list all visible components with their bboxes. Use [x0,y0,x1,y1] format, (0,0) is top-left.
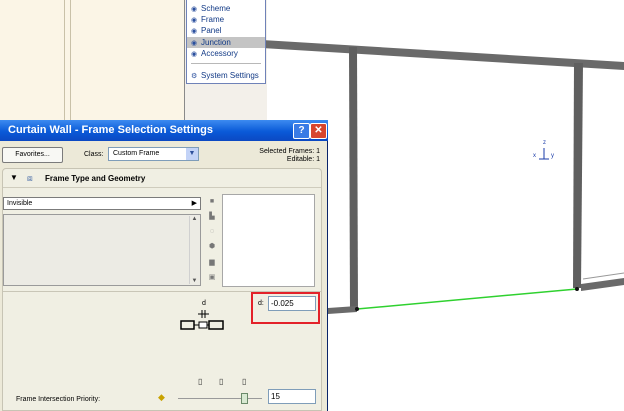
offset-diagram-icon [180,310,224,330]
dialog-title-bar[interactable]: Curtain Wall - Frame Selection Settings … [0,120,328,141]
collapse-triangle-icon[interactable]: ▼ [10,173,18,182]
highlight-box [251,292,320,324]
warning-icon: ◆ [158,392,165,402]
axis-label-x: x [533,153,536,159]
favorites-button[interactable]: Favorites... [2,147,63,163]
frame-type-list[interactable]: ▲ ▼ [3,214,201,286]
chevron-right-icon: ▶ [191,200,197,207]
palette-divider [191,63,261,64]
view-square-icon[interactable]: ■ [208,198,216,206]
curtain-wall-palette: ◉ Scheme ◉ Frame ◉ Panel ◉ Junction ◉ Accesso… [186,0,266,84]
scroll-down-icon[interactable]: ▼ [190,278,199,284]
priority-high-icon: ▯ [242,377,247,386]
settings-icon: ⚙ [191,73,198,80]
editable-count: Editable: 1 [286,156,320,163]
view-rotate-icon[interactable]: ◌ [208,228,216,236]
palette-item-accessory[interactable]: ◉ Accessory [191,48,238,59]
bottom-frame-right[interactable] [581,278,624,291]
priority-input[interactable]: 15 [268,389,316,404]
view-plan-icon[interactable]: ▙ [208,213,216,221]
palette-item-system-settings[interactable]: ⚙ System Settings [191,70,259,81]
eye-icon: ◉ [191,51,198,58]
frame-edge [582,272,624,280]
list-scrollbar[interactable]: ▲ ▼ [189,216,199,284]
palette-item-panel[interactable]: ◉ Panel [191,25,221,36]
mullion-right[interactable] [573,63,583,288]
view-detail-icon[interactable]: ▣ [208,274,216,282]
priority-mid-icon: ▯ [219,377,224,386]
frame-geometry-icon: ⧈ [27,173,33,183]
frame-type-value: Invisible [7,200,33,207]
scroll-up-icon[interactable]: ▲ [190,216,199,222]
frame-type-popup[interactable]: Invisible ▶ [3,197,201,210]
class-label: Class: [84,151,104,158]
class-dropdown[interactable]: Custom Frame ▼ [108,147,199,161]
bottom-frame-left[interactable] [328,306,357,314]
palette-item-scheme[interactable]: ◉ Scheme [191,3,230,14]
eye-icon: ◉ [191,28,198,35]
axis-label-y: y [551,153,554,159]
palette-item-frame[interactable]: ◉ Frame [191,14,224,25]
axis-label-z: z [543,140,546,146]
selected-frames-count: Selected Frames: 1 [259,148,320,155]
palette-item-junction[interactable]: ◉ Junction [187,37,265,48]
section-header[interactable]: ▼ ⧈ Frame Type and Geometry [3,169,321,188]
priority-low-icon: ▯ [198,377,203,386]
section-title: Frame Type and Geometry [45,174,146,183]
frame-node[interactable] [355,307,359,311]
priority-label: Frame Intersection Priority: [16,396,101,403]
help-button[interactable]: ? [293,123,310,139]
priority-slider[interactable] [178,398,262,399]
d-dimension-label: d [202,300,206,307]
frame-node[interactable] [575,287,579,291]
view-section-icon[interactable]: ▆ [208,259,216,267]
top-frame [262,40,624,70]
mullion-left[interactable] [349,47,358,310]
class-value: Custom Frame [113,150,160,157]
dialog-title: Curtain Wall - Frame Selection Settings [8,124,213,136]
frame-preview [222,194,315,287]
selected-frame-line[interactable] [356,288,578,310]
view-3d-icon[interactable]: ⬢ [208,243,216,251]
chevron-down-icon[interactable]: ▼ [186,148,198,160]
priority-slider-thumb[interactable] [241,393,248,404]
frame-selection-settings-dialog: Curtain Wall - Frame Selection Settings … [0,120,328,411]
close-button[interactable]: ✕ [310,123,327,139]
